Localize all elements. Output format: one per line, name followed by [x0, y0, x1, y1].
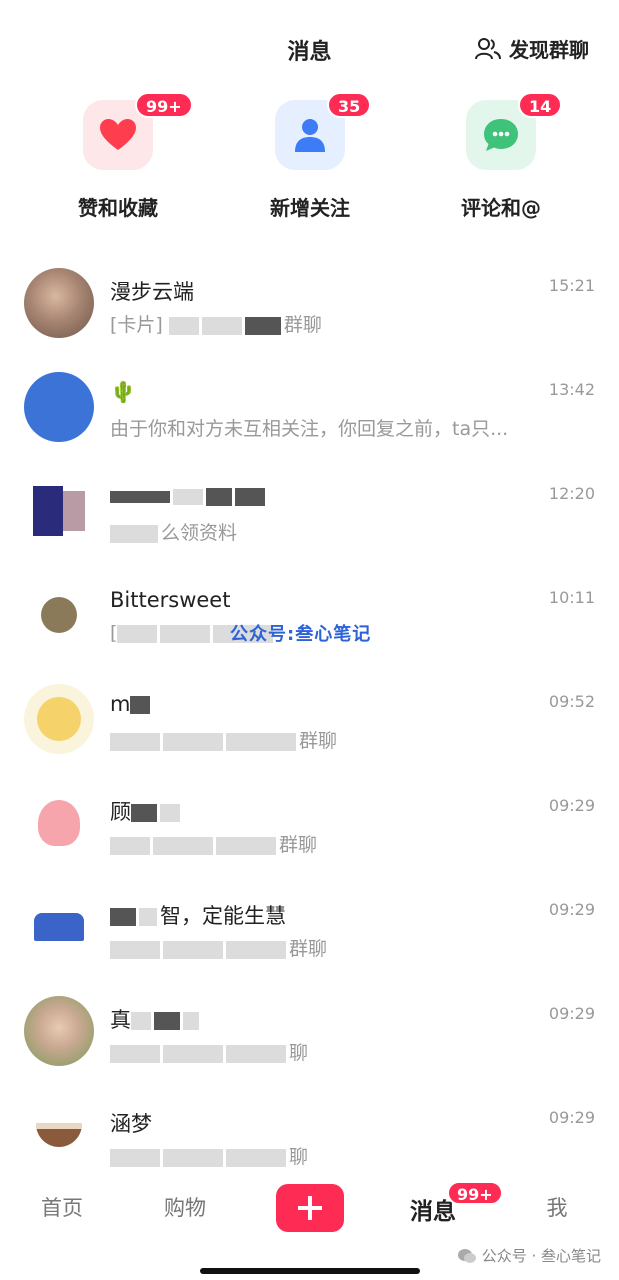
conversation-preview: 聊	[110, 1142, 580, 1169]
conversation-name: 智，定能生慧	[110, 900, 286, 930]
chat-bubble-icon	[484, 119, 518, 151]
conversation-time: 09:29	[548, 1108, 595, 1127]
avatar	[24, 372, 94, 442]
home-indicator	[200, 1268, 420, 1274]
plus-icon	[298, 1196, 322, 1220]
avatar	[24, 580, 94, 650]
conversation-row[interactable]: 真 聊 09:29	[0, 996, 619, 1100]
conversation-name: m	[110, 692, 153, 716]
avatar	[24, 788, 94, 858]
avatar	[24, 892, 94, 962]
tab-shop[interactable]: 购物	[145, 1192, 225, 1222]
conversation-preview: 群聊	[110, 830, 580, 857]
avatar	[24, 684, 94, 754]
avatar	[24, 996, 94, 1066]
conversation-preview: 由于你和对方未互相关注，你回复之前，ta只...	[110, 418, 509, 440]
conversation-row[interactable]: 🌵 由于你和对方未互相关注，你回复之前，ta只... 13:42	[0, 372, 619, 476]
conversation-preview: 聊	[110, 1038, 580, 1065]
conversation-time: 09:29	[548, 900, 595, 919]
person-icon	[295, 119, 325, 152]
conversation-row[interactable]: m 群聊 09:52	[0, 684, 619, 788]
conversation-time: 10:11	[548, 588, 595, 607]
comments-badge: 14	[518, 92, 563, 118]
conversation-time: 09:29	[548, 796, 595, 815]
conversation-name: 🌵	[110, 380, 137, 404]
footer-watermark: 公众号 · 叁心笔记	[457, 1245, 601, 1266]
avatar	[24, 1100, 94, 1170]
conversation-name: Bittersweet	[110, 588, 231, 612]
conversation-name: 涵梦	[110, 1112, 152, 1136]
conversation-time: 09:52	[548, 692, 595, 711]
followers-icon-tile: 35	[275, 92, 372, 170]
tab-me[interactable]: 我	[517, 1192, 597, 1222]
avatar	[24, 268, 94, 338]
likes-badge: 99+	[135, 92, 193, 118]
watermark-overlay: 公众号:叁心笔记	[230, 624, 372, 645]
likes-icon-tile: 99+	[83, 92, 193, 170]
conversation-preview: 群聊	[110, 726, 580, 753]
conversation-name: 顾	[110, 796, 183, 826]
discover-label: 发现群聊	[509, 38, 589, 62]
followers-badge: 35	[327, 92, 372, 118]
discover-group-chat-button[interactable]: 发现群聊	[475, 34, 589, 63]
bottom-tab-bar: 首页 购物 消息 99+ 我	[0, 1170, 619, 1250]
conversation-name: 真	[110, 1004, 202, 1034]
messages-badge: 99+	[447, 1181, 503, 1205]
followers-label: 新增关注	[270, 196, 350, 220]
avatar	[24, 476, 94, 546]
conversation-preview: [卡片] 群聊	[110, 314, 322, 336]
conversation-row[interactable]: 漫步云端 [卡片] 群聊 15:21	[0, 268, 619, 372]
conversation-preview: 么领资料	[110, 518, 580, 545]
likes-label: 赞和收藏	[78, 196, 158, 220]
conversation-time: 13:42	[548, 380, 595, 399]
conversation-time: 15:21	[548, 276, 595, 295]
conversation-row[interactable]: 顾 群聊 09:29	[0, 788, 619, 892]
conversation-row[interactable]: 么领资料 12:20	[0, 476, 619, 580]
conversation-name	[110, 484, 268, 508]
likes-and-favorites-entry[interactable]: 99+ 赞和收藏	[43, 92, 193, 221]
wechat-icon	[457, 1248, 476, 1263]
header: 消息 发现群聊	[0, 0, 619, 90]
tab-home[interactable]: 首页	[22, 1192, 102, 1222]
conversation-name: 漫步云端	[110, 280, 194, 304]
conversation-row[interactable]: 智，定能生慧 群聊 09:29	[0, 892, 619, 996]
conversation-time: 12:20	[548, 484, 595, 503]
post-button[interactable]	[276, 1184, 344, 1232]
heart-icon	[100, 119, 136, 150]
comments-label: 评论和@	[461, 196, 541, 220]
conversation-time: 09:29	[548, 1004, 595, 1023]
comments-icon-tile: 14	[466, 92, 563, 170]
people-icon	[475, 37, 501, 59]
conversation-preview: 群聊	[110, 934, 580, 961]
comments-and-mentions-entry[interactable]: 14 评论和@	[426, 92, 576, 221]
new-followers-entry[interactable]: 35 新增关注	[235, 92, 385, 221]
